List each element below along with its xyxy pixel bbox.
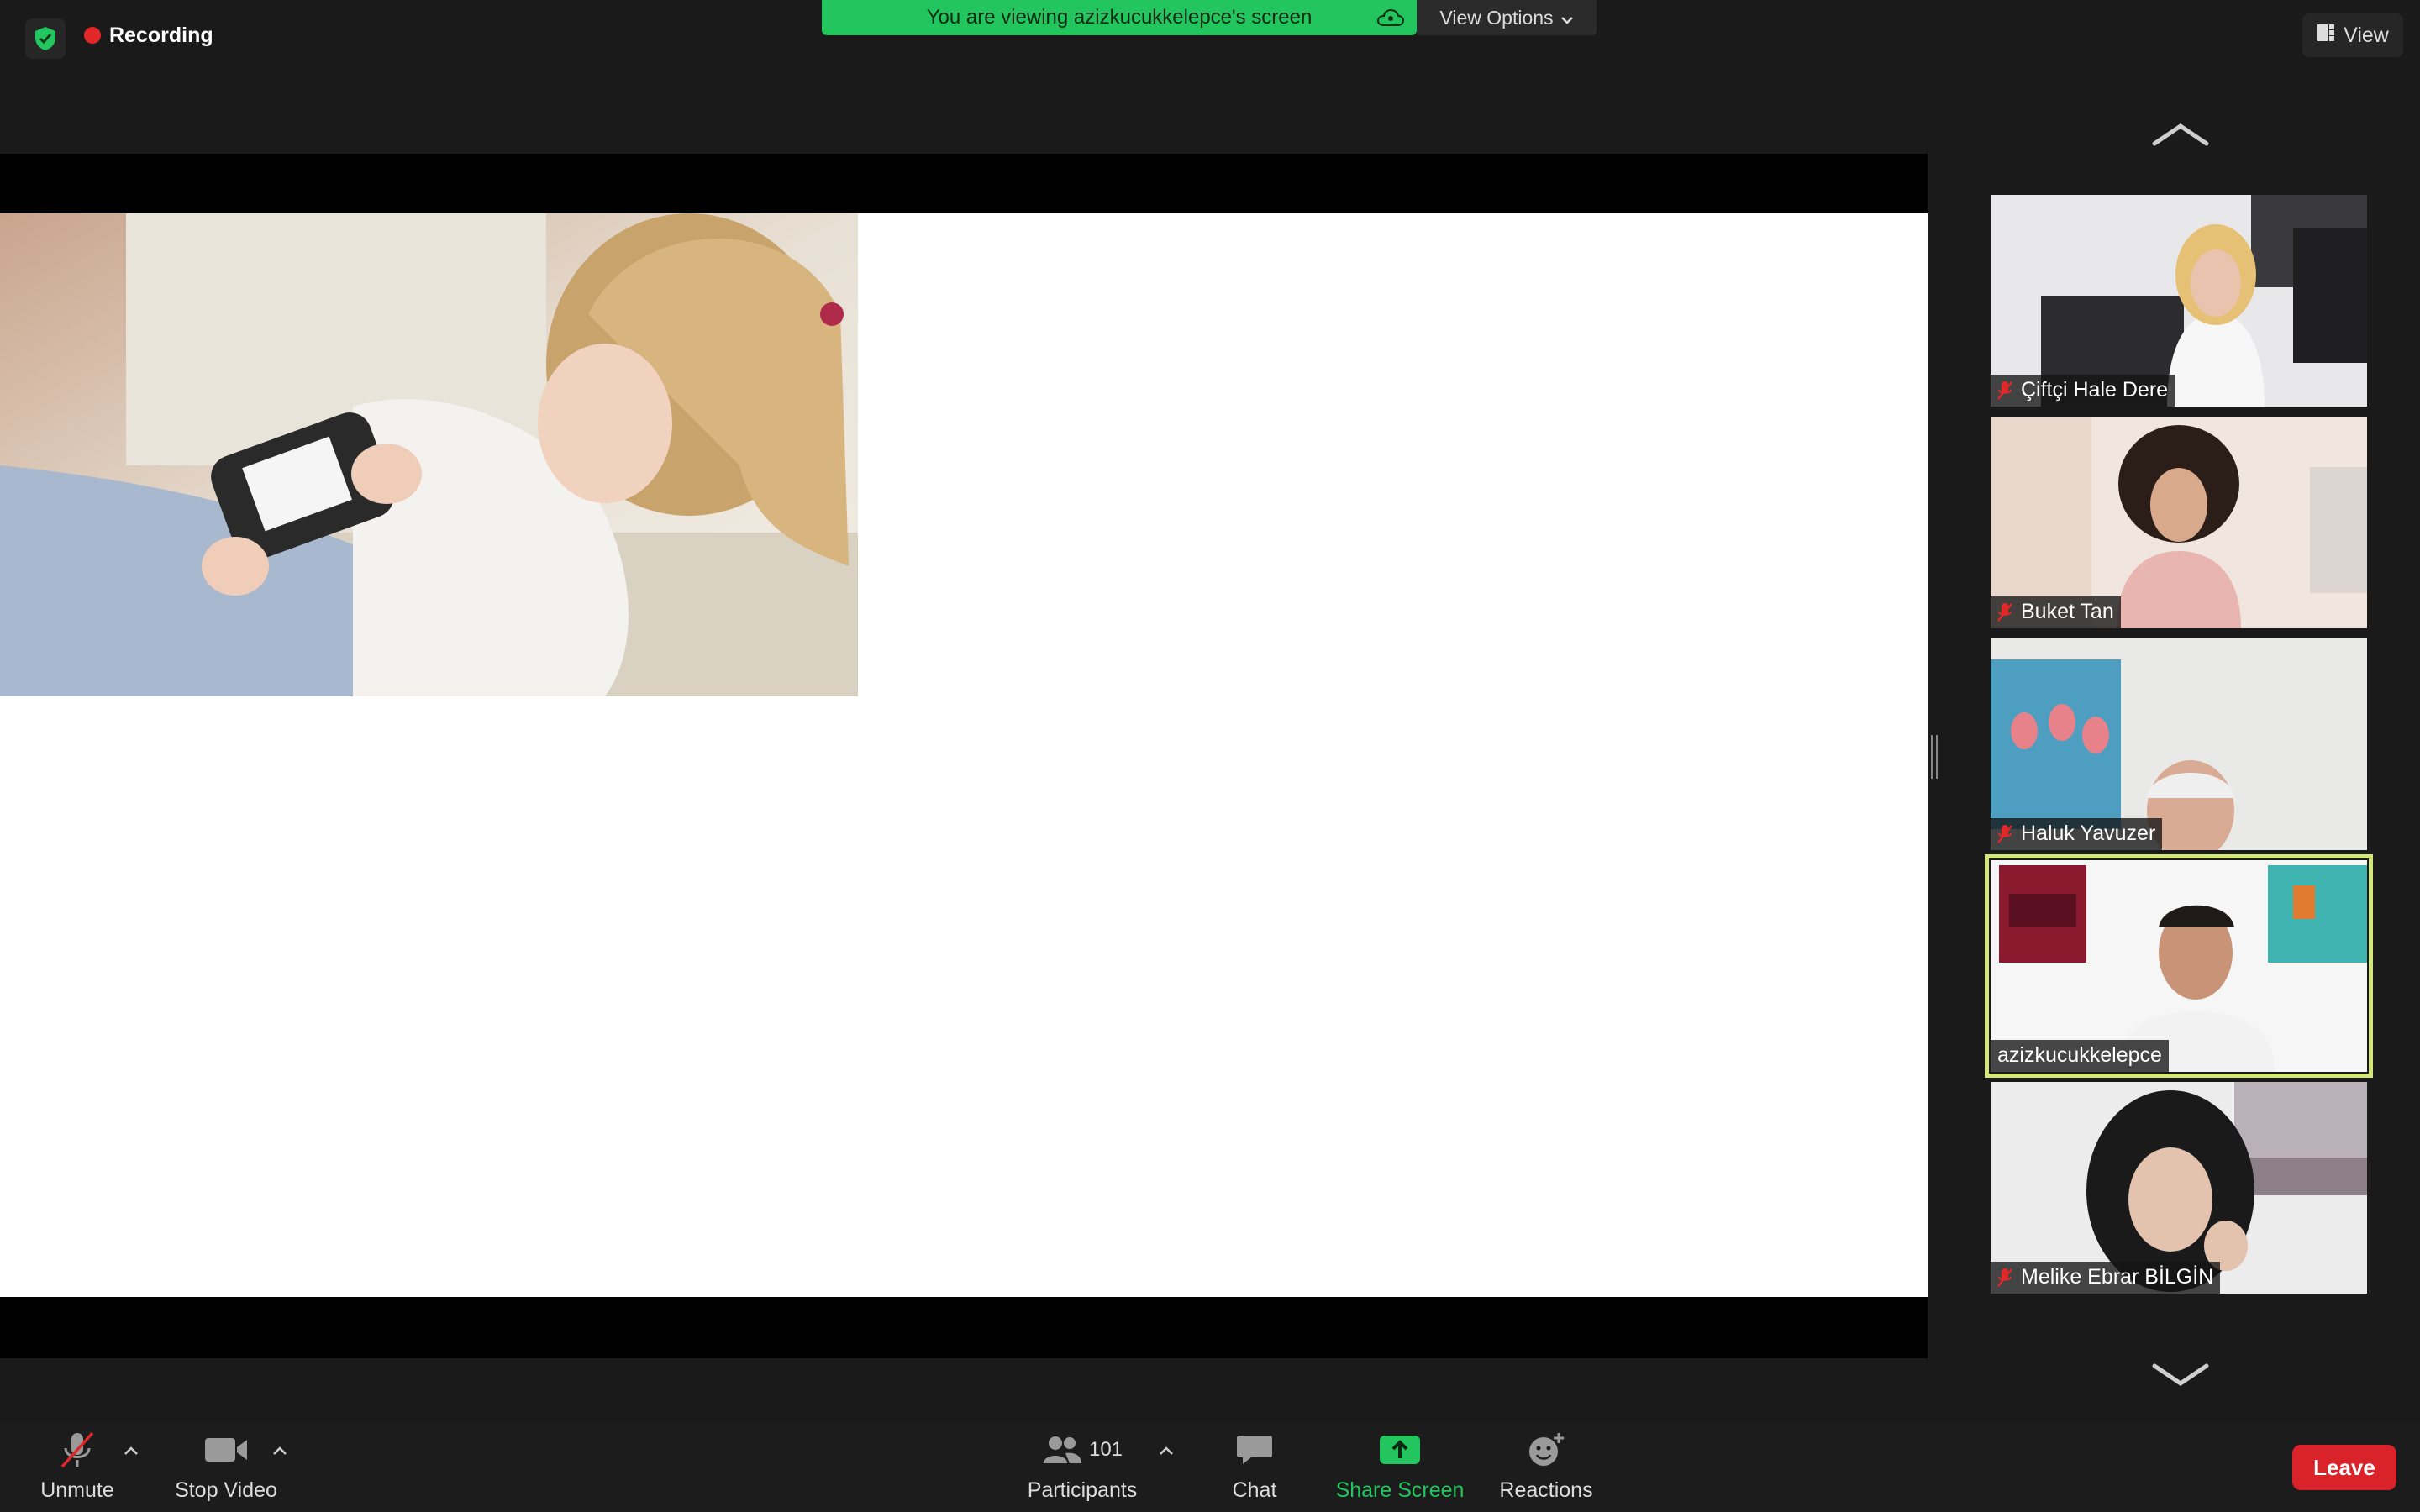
chat-label: Chat <box>1232 1478 1277 1502</box>
slide-photo-girl-with-game-console <box>0 213 858 696</box>
recording-indicator[interactable]: Recording <box>84 20 213 50</box>
participant-tile[interactable]: Buket Tan <box>1991 417 2367 628</box>
muted-microphone-icon <box>59 1430 96 1470</box>
recording-dot-icon <box>84 27 101 44</box>
participants-icon-group: 101 <box>1042 1430 1123 1470</box>
participant-name: Melike Ebrar BİLGİN <box>2021 1265 2214 1289</box>
video-options-caret-icon[interactable] <box>271 1445 288 1457</box>
participants-options-caret-icon[interactable] <box>1158 1445 1175 1457</box>
chevron-down-icon[interactable] <box>2151 1362 2210 1388</box>
share-screen-icon <box>1379 1430 1421 1470</box>
view-button[interactable]: View <box>2302 13 2403 57</box>
participant-name-tag: Haluk Yavuzer <box>1991 818 2163 850</box>
viewing-screen-banner: You are viewing azizkucukkelepce's scree… <box>822 0 1417 35</box>
view-options-label: View Options <box>1439 6 1554 29</box>
resize-handle[interactable] <box>1931 735 1938 779</box>
participant-name-tag: Melike Ebrar BİLGİN <box>1991 1262 2221 1294</box>
participant-tile[interactable]: Melike Ebrar BİLGİN <box>1991 1082 2367 1294</box>
chat-button[interactable]: Chat <box>1217 1430 1292 1503</box>
cloud-icon <box>1376 8 1405 34</box>
security-shield-icon[interactable] <box>25 18 66 59</box>
reactions-label: Reactions <box>1499 1478 1593 1502</box>
leave-label: Leave <box>2313 1454 2375 1480</box>
meeting-toolbar <box>0 1421 2420 1512</box>
leave-button[interactable]: Leave <box>2292 1445 2396 1490</box>
participant-name-tag: azizkucukkelepce <box>1991 1040 2169 1072</box>
participant-tile[interactable]: Çiftçi Hale Dere <box>1991 195 2367 407</box>
muted-mic-icon <box>1997 824 2012 844</box>
participants-label: Participants <box>1027 1478 1138 1502</box>
chat-bubble-icon <box>1236 1430 1273 1470</box>
unmute-label: Unmute <box>40 1478 114 1502</box>
participants-button[interactable]: 101 Participants <box>1025 1430 1139 1503</box>
participant-name-tag: Çiftçi Hale Dere <box>1991 375 2175 407</box>
muted-mic-icon <box>1997 1268 2012 1288</box>
stop-video-button[interactable]: Stop Video <box>171 1430 281 1503</box>
share-screen-button[interactable]: Share Screen <box>1334 1430 1465 1503</box>
muted-mic-icon <box>1997 381 2012 401</box>
share-screen-label: Share Screen <box>1335 1478 1465 1502</box>
gallery-view-icon <box>2317 24 2335 48</box>
view-options-button[interactable]: View Options <box>1417 0 1597 35</box>
chevron-up-icon[interactable] <box>2151 122 2210 147</box>
participant-name: azizkucukkelepce <box>1997 1043 2162 1067</box>
participant-name: Haluk Yavuzer <box>2021 822 2156 845</box>
banner-text: You are viewing azizkucukkelepce's scree… <box>926 6 1313 29</box>
recording-label: Recording <box>109 23 213 47</box>
audio-options-caret-icon[interactable] <box>123 1445 139 1457</box>
participant-name: Buket Tan <box>2021 600 2114 623</box>
stop-video-label: Stop Video <box>175 1478 277 1502</box>
chevron-down-icon <box>1560 7 1574 29</box>
unmute-button[interactable]: Unmute <box>34 1430 121 1503</box>
reactions-smiley-icon <box>1527 1430 1565 1470</box>
view-label: View <box>2344 23 2389 47</box>
muted-mic-icon <box>1997 602 2012 622</box>
participant-tile[interactable]: Haluk Yavuzer <box>1991 638 2367 850</box>
participant-name: Çiftçi Hale Dere <box>2021 378 2169 402</box>
people-icon <box>1043 1436 1081 1463</box>
participants-count: 101 <box>1088 1438 1123 1461</box>
reactions-button[interactable]: Reactions <box>1496 1430 1597 1503</box>
video-camera-icon <box>203 1430 249 1470</box>
participant-name-tag: Buket Tan <box>1991 596 2121 628</box>
participant-tile-active-speaker[interactable]: azizkucukkelepce <box>1985 854 2373 1078</box>
